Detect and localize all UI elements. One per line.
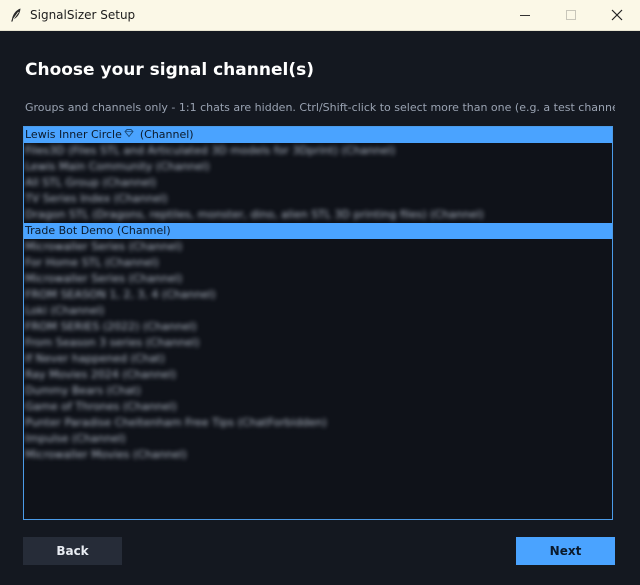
back-button[interactable]: Back xyxy=(23,537,122,565)
channel-label: TV Series Index (Channel) xyxy=(25,192,168,205)
channel-list-item[interactable]: All STL Group (Channel) xyxy=(24,175,612,191)
channel-list-item[interactable]: Microwaller Series (Channel) xyxy=(24,239,612,255)
channel-list-item[interactable]: FROM SEASON 1, 2, 3, 4 (Channel) xyxy=(24,287,612,303)
channel-list-item[interactable]: For Home STL (Channel) xyxy=(24,255,612,271)
channel-list-item[interactable]: Dragon STL (Dragons, reptiles, monster, … xyxy=(24,207,612,223)
page-title: Choose your signal channel(s) xyxy=(25,60,314,80)
window-title: SignalSizer Setup xyxy=(30,8,136,22)
title-bar[interactable]: SignalSizer Setup xyxy=(0,0,640,31)
quill-icon xyxy=(8,7,24,23)
channel-list-item[interactable]: Microwaller Series (Channel) xyxy=(24,271,612,287)
channel-label: Lewis Main Community (Channel) xyxy=(25,160,210,173)
instruction-text: Groups and channels only - 1:1 chats are… xyxy=(25,101,615,114)
channel-type: (Channel) xyxy=(139,128,194,141)
channel-label: Lewis Inner Circle xyxy=(25,128,122,141)
channel-list-item[interactable]: Microwaller Movies (Channel) xyxy=(24,447,612,463)
channel-label: Dragon STL (Dragons, reptiles, monster, … xyxy=(25,208,484,221)
channel-list-item[interactable]: If Never happened (Chat) xyxy=(24,351,612,367)
channel-label: Files3D (Files STL and Articulated 3D mo… xyxy=(25,144,396,157)
channel-label: Trade Bot Demo (Channel) xyxy=(25,224,171,237)
channel-list-item[interactable]: Trade Bot Demo (Channel) xyxy=(24,223,612,239)
channel-list-item[interactable]: FROM SERIES (2022) (Channel) xyxy=(24,319,612,335)
channel-list-item[interactable]: From Season 3 series (Channel) xyxy=(24,335,612,351)
channel-label: Loki (Channel) xyxy=(25,304,105,317)
channel-label: All STL Group (Channel) xyxy=(25,176,157,189)
setup-window: SignalSizer Setup Choose your signal cha… xyxy=(0,0,640,585)
diamond-icon xyxy=(124,127,134,143)
channel-list-item[interactable]: Files3D (Files STL and Articulated 3D mo… xyxy=(24,143,612,159)
channel-list-item[interactable]: Lewis Main Community (Channel) xyxy=(24,159,612,175)
channel-label: Impulse (Channel) xyxy=(25,432,126,445)
channel-label: For Home STL (Channel) xyxy=(25,256,159,269)
channel-label: If Never happened (Chat) xyxy=(25,352,165,365)
channel-label: Game of Thrones (Channel) xyxy=(25,400,177,413)
channel-list-item[interactable]: Game of Thrones (Channel) xyxy=(24,399,612,415)
channel-list-item[interactable]: Punter Paradise Cheltenham Free Tips (Ch… xyxy=(24,415,612,431)
channel-list-item[interactable]: Impulse (Channel) xyxy=(24,431,612,447)
channel-list-item[interactable]: TV Series Index (Channel) xyxy=(24,191,612,207)
channel-label: Microwaller Series (Channel) xyxy=(25,272,183,285)
channel-listbox[interactable]: Lewis Inner Circle (Channel) Files3D (File… xyxy=(23,126,613,520)
maximize-button[interactable] xyxy=(548,0,594,30)
channel-list-item[interactable]: Lewis Inner Circle (Channel) xyxy=(24,127,612,143)
close-icon xyxy=(611,9,623,21)
channel-label: FROM SERIES (2022) (Channel) xyxy=(25,320,197,333)
channel-list-item[interactable]: Dummy Bears (Chat) xyxy=(24,383,612,399)
close-button[interactable] xyxy=(594,0,640,30)
channel-label: FROM SEASON 1, 2, 3, 4 (Channel) xyxy=(25,288,216,301)
channel-label: Punter Paradise Cheltenham Free Tips (Ch… xyxy=(25,416,327,429)
minimize-icon xyxy=(520,15,530,16)
channel-list-item[interactable]: Loki (Channel) xyxy=(24,303,612,319)
channel-list-item[interactable]: Ray Movies 2024 (Channel) xyxy=(24,367,612,383)
channel-label: Ray Movies 2024 (Channel) xyxy=(25,368,177,381)
maximize-icon xyxy=(566,10,576,20)
channel-label: Microwaller Movies (Channel) xyxy=(25,448,187,461)
channel-label: Dummy Bears (Chat) xyxy=(25,384,141,397)
channel-label: Microwaller Series (Channel) xyxy=(25,240,183,253)
minimize-button[interactable] xyxy=(502,0,548,30)
next-button[interactable]: Next xyxy=(516,537,615,565)
channel-label: From Season 3 series (Channel) xyxy=(25,336,200,349)
